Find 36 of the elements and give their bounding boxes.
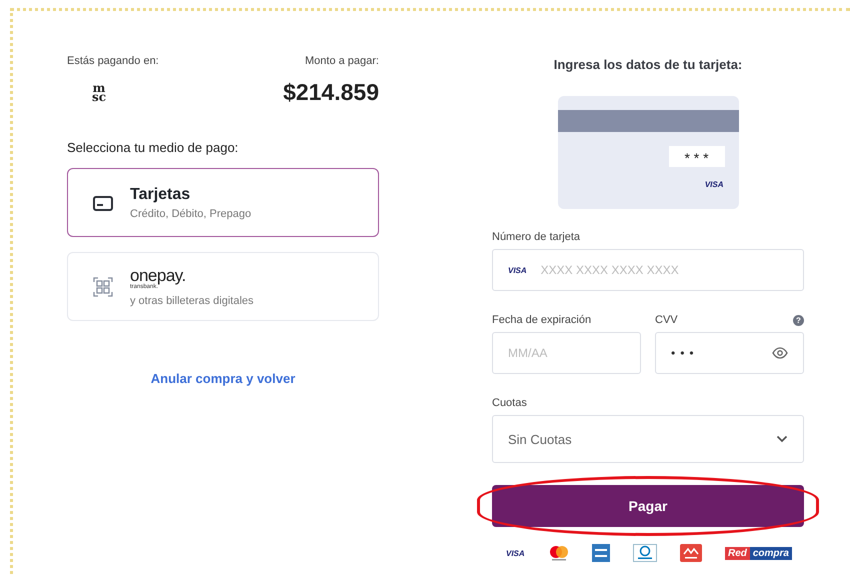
chevron-down-icon bbox=[776, 435, 788, 443]
method-subtitle: Crédito, Débito, Prepago bbox=[130, 208, 252, 220]
zigzag-tile-logo bbox=[680, 544, 702, 562]
cvv-mask-text: * * * bbox=[668, 146, 724, 167]
card-number-field[interactable]: VISA XXXX XXXX XXXX XXXX bbox=[492, 249, 804, 291]
pay-button[interactable]: Pagar bbox=[492, 485, 804, 527]
striped-tile-logo bbox=[592, 544, 610, 562]
redcompra-logo: Red compra bbox=[724, 546, 792, 560]
amount-value: $214.859 bbox=[283, 79, 379, 106]
field-label: Cuotas bbox=[492, 397, 528, 409]
field-label: Número de tarjeta bbox=[492, 231, 582, 243]
payment-method-option[interactable]: Tarjetas Crédito, Débito, Prepago bbox=[67, 168, 379, 237]
help-icon[interactable]: ? bbox=[793, 314, 804, 326]
qr-code-icon bbox=[92, 276, 114, 298]
field-label: Fecha de expiración bbox=[492, 314, 592, 326]
method-subtitle: y otras billeteras digitales bbox=[130, 294, 254, 306]
visa-logo: VISA bbox=[508, 266, 527, 274]
visa-logo: VISA bbox=[704, 180, 724, 189]
wallet-logo-text: onepay. bbox=[130, 266, 187, 284]
visa-logo: VISA bbox=[506, 548, 525, 558]
field-label: CVV bbox=[655, 314, 678, 326]
cvv-field[interactable]: ••• bbox=[655, 332, 804, 374]
placeholder-text: MM/AA bbox=[508, 346, 548, 360]
overlapping-circles-logo bbox=[548, 545, 570, 561]
circle-logo bbox=[633, 544, 658, 562]
section-title: Selecciona tu medio de pago: bbox=[67, 140, 240, 155]
cancel-link[interactable]: Anular compra y volver bbox=[150, 371, 296, 386]
cvv-value: ••• bbox=[671, 346, 700, 360]
form-title: Ingresa los datos de tu tarjeta: bbox=[552, 57, 744, 72]
amount-label: Monto a pagar: bbox=[305, 55, 379, 67]
installments-dropdown[interactable]: Sin Cuotas bbox=[492, 415, 804, 463]
method-title: Tarjetas bbox=[130, 186, 192, 204]
placeholder-text: XXXX XXXX XXXX XXXX bbox=[540, 263, 679, 277]
merchant-logo: m sc bbox=[92, 84, 106, 102]
merchant-label: Estás pagando en: bbox=[67, 55, 159, 67]
eye-icon[interactable] bbox=[772, 347, 788, 359]
